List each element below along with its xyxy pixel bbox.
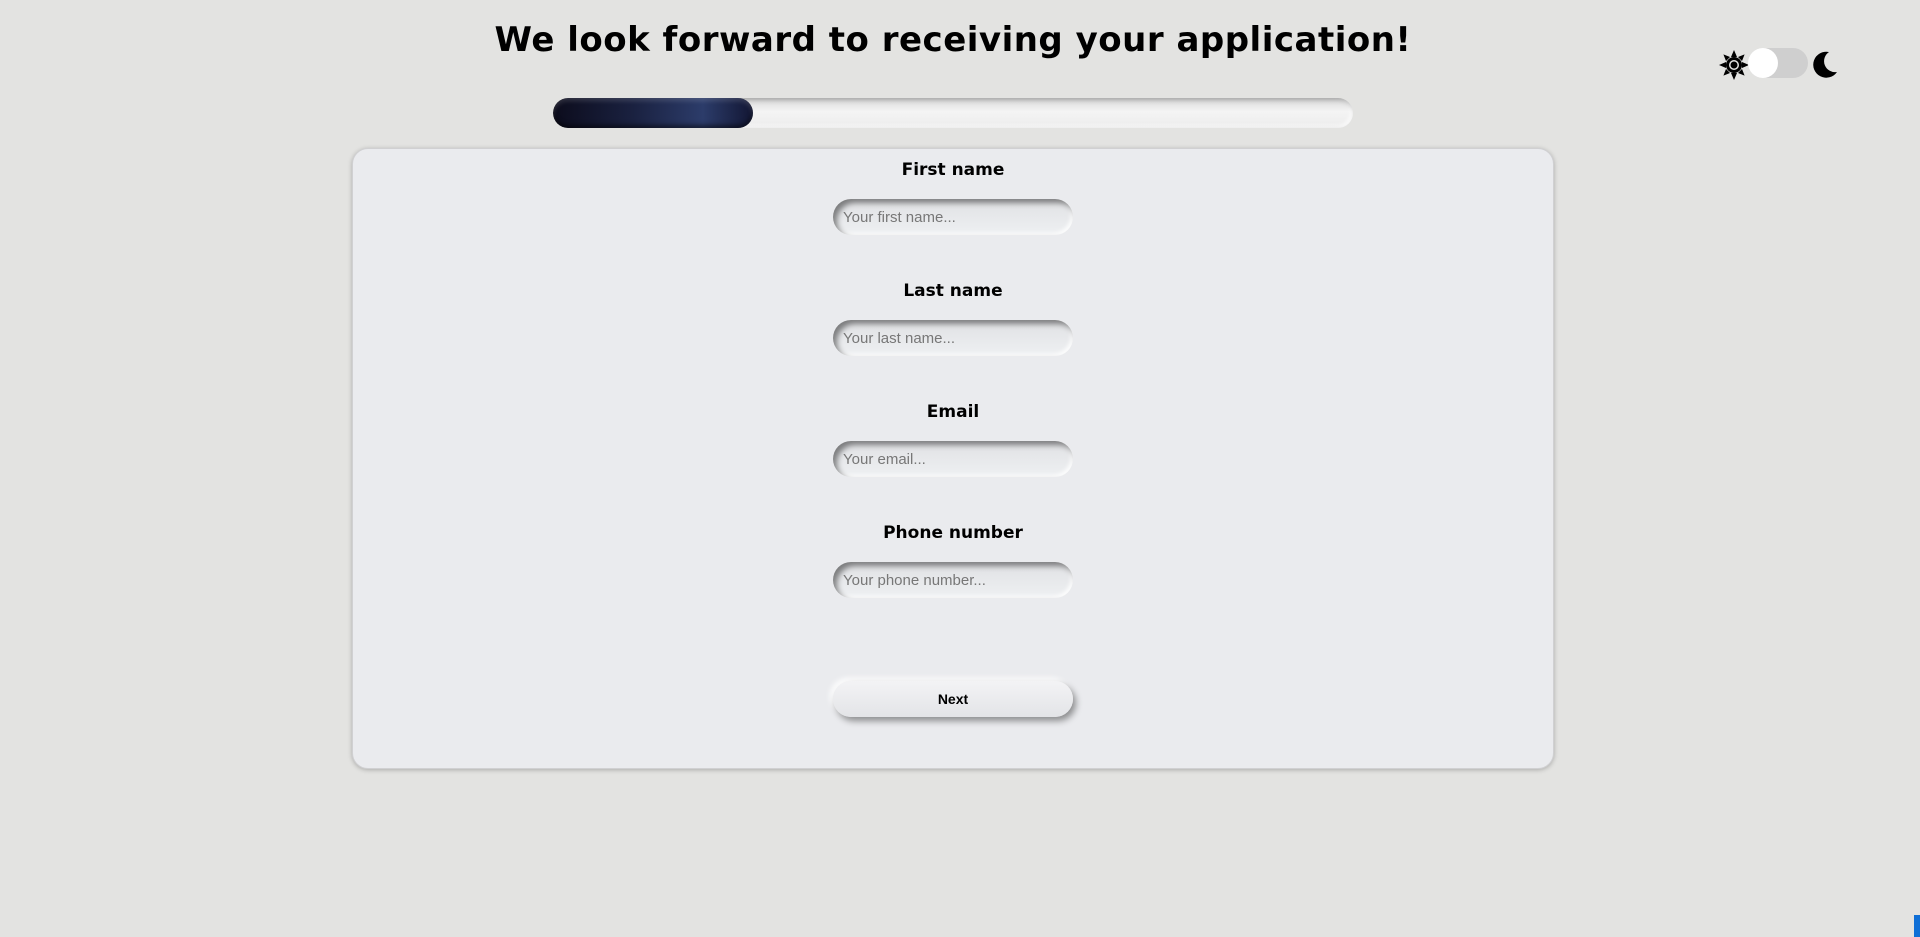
progress-bar-fill xyxy=(553,98,753,128)
application-form: First name Last name Email Phone number … xyxy=(352,148,1554,769)
phone-number-label: Phone number xyxy=(883,523,1023,543)
email-label: Email xyxy=(926,402,980,422)
scrollbar-indicator xyxy=(1914,915,1920,937)
sun-icon xyxy=(1719,50,1749,80)
theme-toggle-knob xyxy=(1748,48,1778,78)
phone-number-field: Phone number xyxy=(353,522,1553,598)
first-name-label: First name xyxy=(901,160,1005,180)
email-input[interactable] xyxy=(833,441,1073,477)
phone-number-input[interactable] xyxy=(833,562,1073,598)
last-name-field: Last name xyxy=(353,280,1553,356)
page-title: We look forward to receiving your applic… xyxy=(494,20,1412,60)
first-name-input[interactable] xyxy=(833,199,1073,235)
first-name-field: First name xyxy=(353,159,1553,235)
theme-toggle-switch[interactable] xyxy=(1748,48,1808,78)
last-name-label: Last name xyxy=(903,281,1003,301)
last-name-input[interactable] xyxy=(833,320,1073,356)
next-button[interactable]: Next xyxy=(833,681,1073,717)
theme-toggle[interactable] xyxy=(1718,44,1838,84)
email-field: Email xyxy=(353,401,1553,477)
progress-bar xyxy=(553,98,1353,128)
moon-icon xyxy=(1813,51,1837,78)
